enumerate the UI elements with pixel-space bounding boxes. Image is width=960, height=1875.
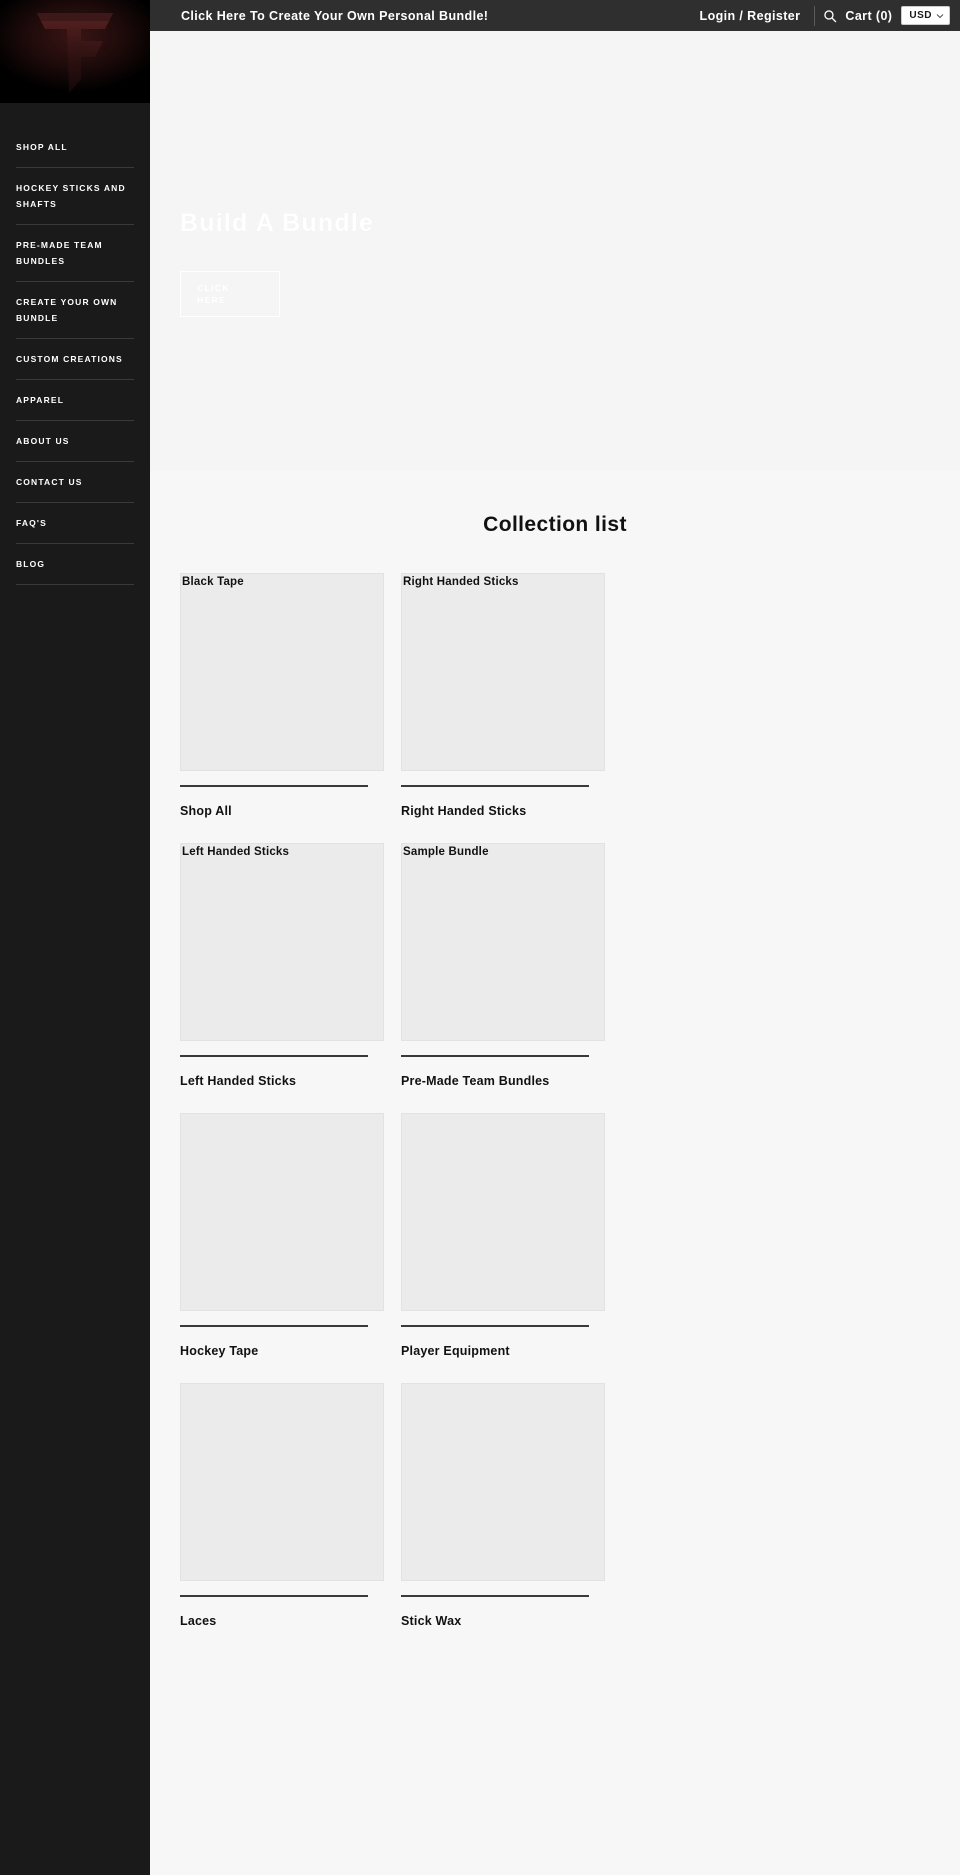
collection-card-title: Hockey Tape — [180, 1344, 259, 1358]
collection-card-alt-text: Black Tape — [182, 576, 244, 588]
collection-card[interactable]: Right Handed Sticks Right Handed Sticks — [401, 573, 605, 818]
collection-card-divider — [401, 1055, 589, 1057]
collection-card[interactable]: Left Handed Sticks Left Handed Sticks — [180, 843, 384, 1088]
collection-card-title: Right Handed Sticks — [401, 804, 527, 818]
brand-logo[interactable] — [0, 0, 150, 103]
search-button[interactable] — [815, 0, 845, 31]
collection-card-image: Black Tape — [180, 573, 384, 771]
cart-link[interactable]: Cart (0) — [845, 9, 901, 23]
sidebar-item-hockey-sticks-and-shafts[interactable]: Hockey Sticks And Shafts — [16, 168, 134, 225]
collection-grid: Black Tape Shop All Right Handed Sticks … — [180, 573, 960, 1653]
collection-card-title: Left Handed Sticks — [180, 1074, 297, 1088]
sidebar-item-blog[interactable]: Blog — [16, 544, 134, 585]
top-bar-actions: Login / Register Cart (0) USD — [700, 0, 950, 31]
collection-card-title: Pre-Made Team Bundles — [401, 1074, 550, 1088]
collection-card-divider — [401, 1595, 589, 1597]
hero-click-here-button[interactable]: Click Here — [180, 271, 280, 317]
page-root: Shop All Hockey Sticks And Shafts Pre-Ma… — [0, 0, 960, 1875]
hero-button-label-line1: Click — [197, 283, 230, 293]
sidebar-nav: Shop All Hockey Sticks And Shafts Pre-Ma… — [0, 103, 150, 585]
sidebar-item-pre-made-team-bundles[interactable]: Pre-Made Team Bundles — [16, 225, 134, 282]
collection-card-title: Stick Wax — [401, 1614, 462, 1628]
sidebar-item-apparel[interactable]: Apparel — [16, 380, 134, 421]
collection-card[interactable]: Player Equipment — [401, 1113, 605, 1358]
hero-banner: Build A Bundle Click Here — [150, 31, 960, 471]
collection-card-alt-text: Right Handed Sticks — [403, 576, 519, 588]
collection-list-heading: Collection list — [483, 513, 627, 536]
collection-card-title: Laces — [180, 1614, 217, 1628]
collection-card[interactable]: Black Tape Shop All — [180, 573, 384, 818]
collection-card-title: Player Equipment — [401, 1344, 510, 1358]
main-content: Build A Bundle Click Here Collection lis… — [150, 31, 960, 1875]
collection-card-divider — [180, 1055, 368, 1057]
collection-card-divider — [180, 1325, 368, 1327]
currency-selected-value: USD — [909, 10, 932, 21]
collection-card-image: Sample Bundle — [401, 843, 605, 1041]
sidebar: Shop All Hockey Sticks And Shafts Pre-Ma… — [0, 0, 150, 1875]
collection-card-alt-text: Left Handed Sticks — [182, 846, 290, 858]
brand-f-logo-icon — [37, 12, 113, 93]
collection-card-image — [401, 1383, 605, 1581]
collection-card-image: Left Handed Sticks — [180, 843, 384, 1041]
collection-card[interactable]: Laces — [180, 1383, 384, 1628]
collection-card-divider — [180, 785, 368, 787]
sidebar-item-contact-us[interactable]: Contact Us — [16, 462, 134, 503]
promo-banner-link[interactable]: Click Here To Create Your Own Personal B… — [181, 9, 488, 23]
currency-selector[interactable]: USD — [901, 6, 950, 25]
sidebar-item-faqs[interactable]: FAQ's — [16, 503, 134, 544]
collection-card-divider — [401, 1325, 589, 1327]
chevron-down-icon — [936, 13, 944, 18]
collection-card-image — [401, 1113, 605, 1311]
collection-card[interactable]: Sample Bundle Pre-Made Team Bundles — [401, 843, 605, 1088]
collection-card-image — [180, 1113, 384, 1311]
collection-card-alt-text: Sample Bundle — [403, 846, 489, 858]
collection-card-image — [180, 1383, 384, 1581]
collection-card-image: Right Handed Sticks — [401, 573, 605, 771]
hero-title: Build A Bundle — [180, 209, 375, 237]
sidebar-item-custom-creations[interactable]: Custom Creations — [16, 339, 134, 380]
collection-card-divider — [401, 785, 589, 787]
login-register-link[interactable]: Login / Register — [700, 9, 815, 23]
hero-content: Build A Bundle Click Here — [180, 209, 374, 317]
top-bar: Click Here To Create Your Own Personal B… — [150, 0, 960, 31]
collection-card[interactable]: Hockey Tape — [180, 1113, 384, 1358]
collection-card-title: Shop All — [180, 804, 232, 818]
sidebar-item-create-your-own-bundle[interactable]: Create Your Own Bundle — [16, 282, 134, 339]
sidebar-item-shop-all[interactable]: Shop All — [16, 125, 134, 168]
sidebar-item-about-us[interactable]: About Us — [16, 421, 134, 462]
collection-card[interactable]: Stick Wax — [401, 1383, 605, 1628]
collection-card-divider — [180, 1595, 368, 1597]
hero-button-label-line2: Here — [197, 295, 227, 305]
search-icon — [824, 9, 837, 22]
